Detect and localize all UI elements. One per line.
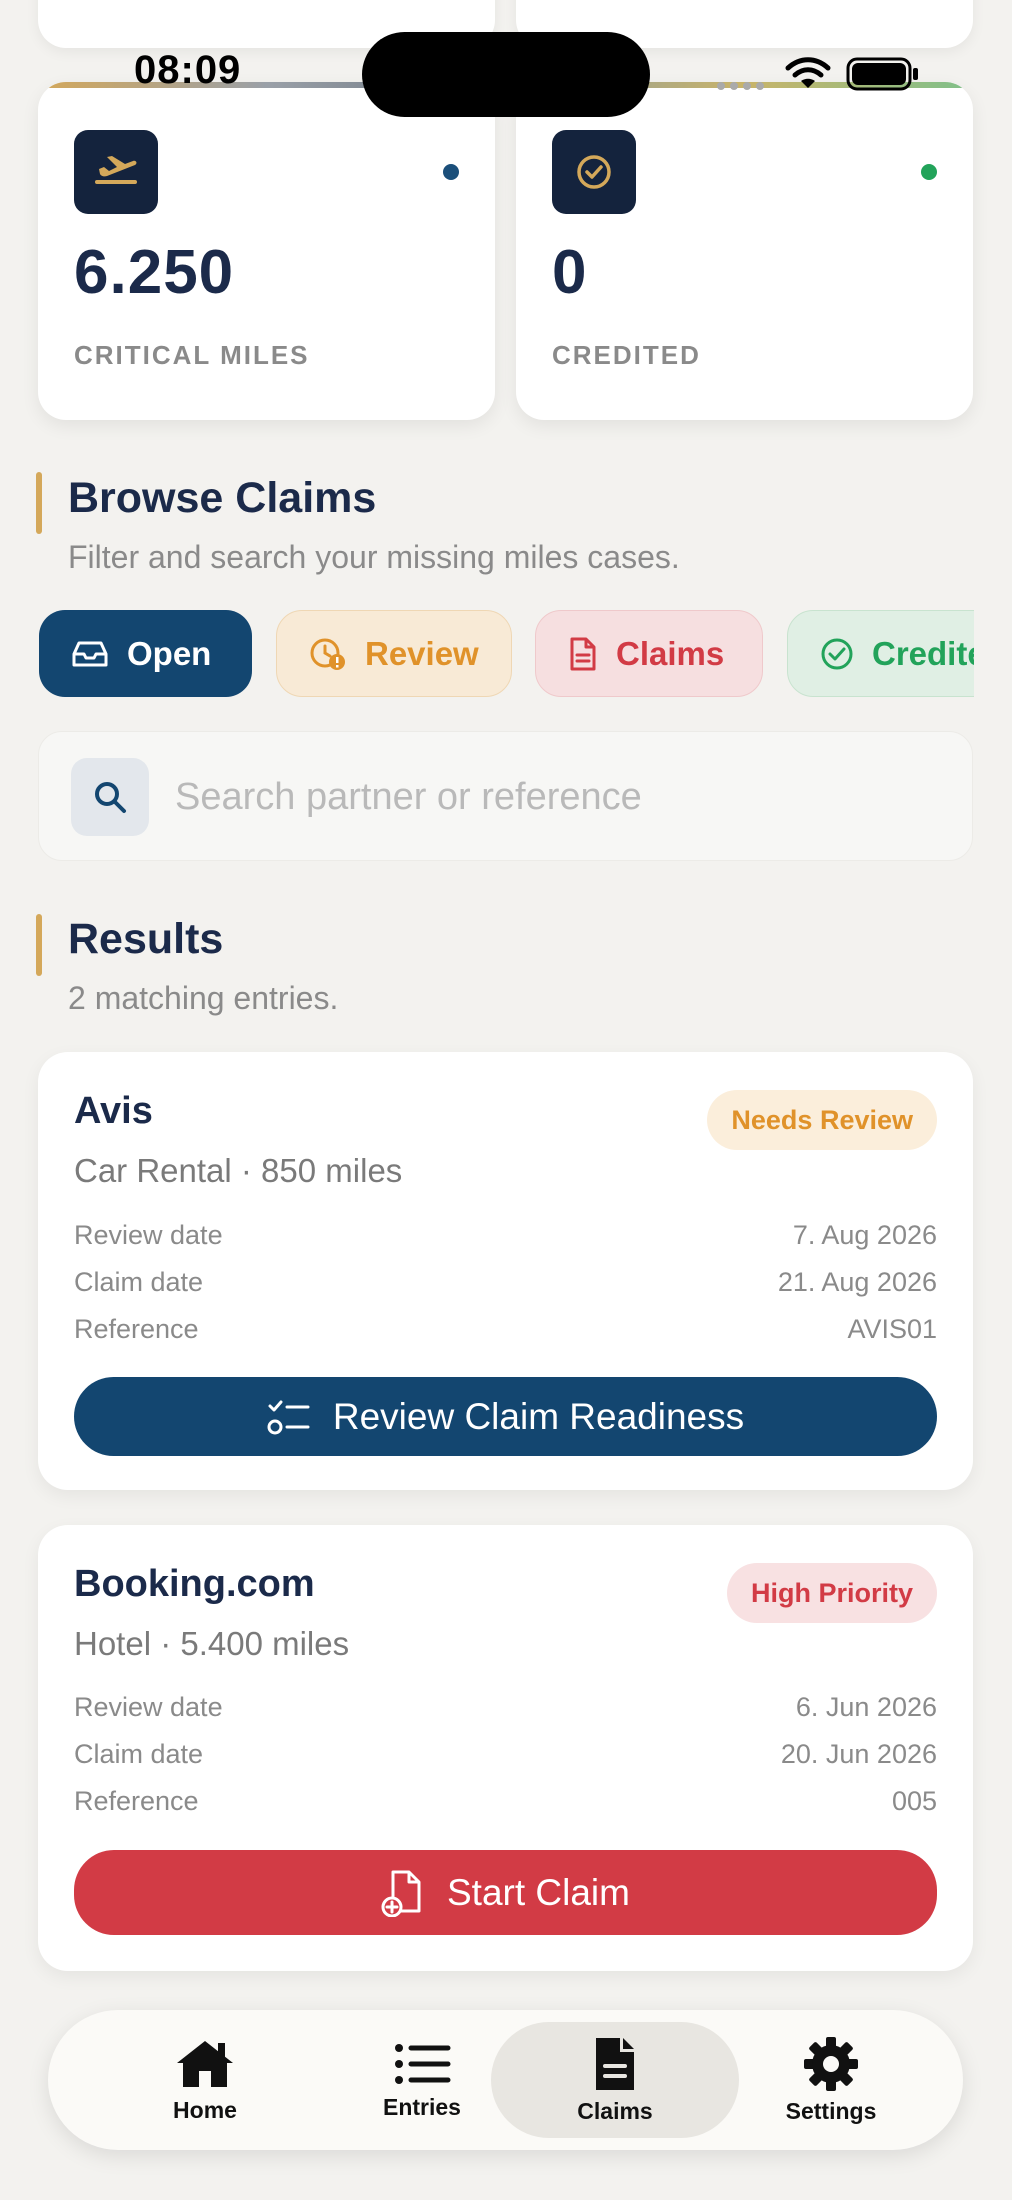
nav-item-claims[interactable]: Claims — [491, 2022, 739, 2138]
nav-item-home[interactable]: Home — [81, 2022, 329, 2138]
detail-value: AVIS01 — [847, 1314, 937, 1344]
claim-summary: Hotel · 5.400 miles — [74, 1625, 350, 1662]
detail-label: Reference — [74, 1314, 199, 1344]
partner-name: Avis — [74, 1090, 153, 1132]
results-subtitle: 2 matching entries. — [68, 980, 339, 1016]
filter-chips: Open Review Claims Credited — [39, 610, 974, 698]
bottom-nav: Home Entries Claims Settings — [48, 2010, 963, 2150]
detail-value: 005 — [891, 1786, 937, 1816]
filter-chip-label: Claims — [616, 634, 725, 672]
start-claim-button[interactable]: Start Claim — [74, 1850, 937, 1935]
results-title: Results — [68, 915, 224, 963]
status-bar-time: 08:09 — [134, 48, 242, 92]
stat-card-credited: 0 CREDITED — [516, 82, 973, 420]
detail-label: Review date — [74, 1692, 223, 1722]
document-add-icon — [381, 1870, 421, 1917]
button-label: Review Claim Readiness — [332, 1395, 745, 1437]
gear-icon — [804, 2036, 858, 2091]
browse-title: Browse Claims — [68, 474, 377, 522]
list-icon — [395, 2043, 451, 2084]
check-circle-icon — [552, 130, 636, 214]
detail-value: 7. Aug 2026 — [792, 1220, 937, 1250]
status-badge: High Priority — [726, 1563, 937, 1623]
wifi-icon — [784, 56, 832, 97]
status-dot — [921, 164, 937, 180]
search-icon — [95, 782, 126, 813]
stat-value: 6.250 — [74, 238, 235, 307]
result-card[interactable]: Booking.com High Priority Hotel · 5.400 … — [38, 1525, 973, 1971]
status-dot — [443, 164, 459, 180]
filter-chip-label: Open — [127, 634, 212, 672]
check-circle-icon — [821, 638, 853, 669]
review-claim-readiness-button[interactable]: Review Claim Readiness — [74, 1377, 937, 1456]
search-box — [38, 731, 973, 861]
signal-dots-icon — [716, 78, 768, 96]
detail-row: Claim date 20. Jun 2026 — [74, 1739, 937, 1775]
nav-item-settings[interactable]: Settings — [707, 2022, 955, 2138]
detail-label: Claim date — [74, 1739, 204, 1769]
document-icon — [570, 637, 596, 670]
stat-label: CREDITED — [552, 340, 701, 370]
nav-label: Settings — [785, 2097, 877, 2124]
detail-value: 21. Aug 2026 — [777, 1267, 937, 1297]
nav-label: Claims — [577, 2097, 653, 2124]
nav-label: Home — [173, 2096, 237, 2123]
checklist-icon — [267, 1400, 310, 1434]
dynamic-island — [362, 32, 650, 117]
nav-label: Entries — [383, 2093, 461, 2120]
filter-chip-review[interactable]: Review — [276, 610, 512, 697]
search-button[interactable] — [71, 758, 149, 836]
detail-row: Review date 6. Jun 2026 — [74, 1692, 937, 1728]
detail-value: 6. Jun 2026 — [795, 1692, 937, 1722]
filter-chip-label: Review — [365, 634, 479, 672]
stat-value: 0 — [552, 238, 588, 307]
search-input[interactable] — [175, 758, 935, 836]
clock-alert-icon — [310, 638, 345, 670]
filter-chip-claims[interactable]: Claims — [535, 610, 763, 697]
detail-value: 20. Jun 2026 — [780, 1739, 937, 1769]
detail-row: Claim date 21. Aug 2026 — [74, 1267, 937, 1303]
detail-row: Reference AVIS01 — [74, 1314, 937, 1350]
battery-icon — [846, 57, 920, 96]
browse-subtitle: Filter and search your missing miles cas… — [68, 539, 680, 575]
section-accent-bar — [36, 472, 42, 534]
filter-chip-label: Credited — [872, 634, 974, 672]
button-label: Start Claim — [447, 1871, 630, 1913]
status-badge: Needs Review — [707, 1090, 937, 1150]
result-card[interactable]: Avis Needs Review Car Rental · 850 miles… — [38, 1052, 973, 1490]
stat-label: CRITICAL MILES — [74, 340, 310, 370]
detail-label: Reference — [74, 1786, 199, 1816]
airplane-takeoff-icon — [74, 130, 158, 214]
detail-row: Reference 005 — [74, 1786, 937, 1822]
document-icon — [596, 2037, 634, 2090]
filter-chip-open[interactable]: Open — [39, 610, 252, 697]
filter-chip-credited[interactable]: Credited — [787, 610, 974, 697]
partner-name: Booking.com — [74, 1563, 315, 1605]
claim-summary: Car Rental · 850 miles — [74, 1152, 403, 1189]
detail-label: Claim date — [74, 1267, 204, 1297]
home-icon — [177, 2040, 233, 2087]
section-accent-bar — [36, 914, 42, 976]
detail-label: Review date — [74, 1220, 223, 1250]
stat-card-critical-miles: 6.250 CRITICAL MILES — [38, 82, 495, 420]
detail-row: Review date 7. Aug 2026 — [74, 1220, 937, 1256]
inbox-icon — [72, 641, 108, 666]
